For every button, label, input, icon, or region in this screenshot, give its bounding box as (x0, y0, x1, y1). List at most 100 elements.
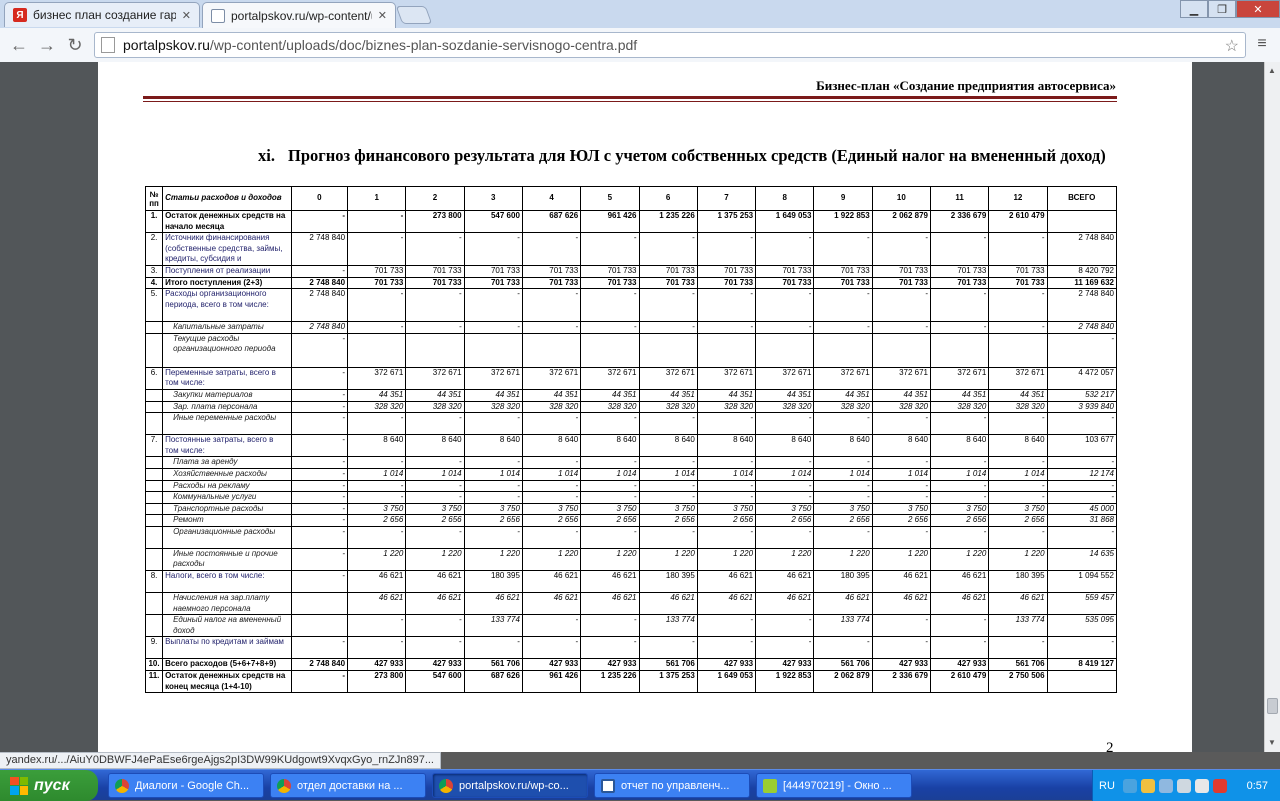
value-cell: 961 426 (521, 670, 582, 694)
new-tab-button[interactable] (395, 6, 433, 24)
value-cell: 2 748 840 (290, 658, 349, 672)
table-row: Иные постоянные и прочие расходы -1 220 1 … (144, 547, 1118, 572)
value-cell: 1 220 (347, 547, 407, 572)
value-cell: - (463, 232, 523, 266)
section-title: xi. Прогноз финансового результата для ЮЛ… (258, 146, 1116, 165)
column-header-month: 11 (929, 186, 990, 211)
total-cell: 2 748 840 (1046, 232, 1118, 266)
value-cell: 1 235 226 (580, 670, 640, 694)
table-header-row: № пп Статьи расходов и доходов 012345678… (144, 186, 1118, 211)
value-cell: 46 621 (521, 570, 582, 594)
value-cell: - (696, 288, 757, 323)
network-icon[interactable] (1158, 778, 1173, 793)
table-row: 4. Итого поступления (2+3) 2 748 840 701 73… (144, 276, 1118, 290)
value-cell: 1 014 (755, 467, 815, 481)
taskbar-item-chat[interactable]: [444970219] - Окно ... (756, 773, 912, 798)
value-cell: - (755, 412, 815, 436)
value-cell: - (521, 525, 582, 549)
value-cell: - (463, 479, 523, 493)
row-label: Ремонт (162, 514, 292, 527)
value-cell: 372 671 (405, 366, 465, 390)
value-cell: - (929, 636, 990, 660)
vertical-scrollbar[interactable]: ▲ ▼ (1264, 62, 1280, 752)
taskbar-item-report[interactable]: отчет по управленч... (594, 773, 750, 798)
close-window-button[interactable]: ✕ (1236, 0, 1280, 18)
reload-button[interactable]: ↻ (64, 34, 86, 56)
menu-icon[interactable]: ≡ (1252, 34, 1272, 54)
table-row: 8. Налоги, всего в том числе: -46 621 46 62… (144, 570, 1118, 594)
value-cell: - (290, 388, 349, 402)
taskbar-item-portalpskov[interactable]: portalpskov.ru/wp-co... (432, 773, 588, 798)
value-cell: 1 220 (871, 547, 931, 572)
minimize-button[interactable]: ▁ (1180, 0, 1208, 18)
forward-button[interactable]: → (36, 34, 58, 56)
value-cell: - (290, 400, 349, 414)
column-header-total: ВСЕГО (1046, 186, 1118, 211)
value-cell: 372 671 (580, 366, 640, 390)
value-cell: 561 706 (638, 658, 698, 672)
address-bar[interactable]: portalpskov.ru/wp-content/uploads/doc/bi… (94, 32, 1246, 58)
table-row: Зар. плата персонала -328 320 328 320 328 3… (144, 400, 1118, 414)
row-label: Постоянные затраты, всего в том числе: (162, 434, 292, 458)
close-icon[interactable]: ✕ (378, 9, 387, 22)
tab-pdf-document[interactable]: portalpskov.ru/wp-content/u ✕ (202, 2, 396, 28)
volume-icon[interactable] (1176, 778, 1191, 793)
value-cell: - (521, 232, 582, 266)
back-button[interactable]: ← (8, 34, 30, 56)
value-cell: 273 800 (405, 209, 465, 234)
row-label: Поступления от реализации (162, 264, 292, 278)
value-cell: 328 320 (463, 400, 523, 414)
value-cell: - (755, 491, 815, 504)
maximize-button[interactable]: ❐ (1208, 0, 1236, 18)
bookmark-star-icon[interactable]: ☆ (1225, 36, 1239, 56)
value-cell: 328 320 (871, 400, 931, 414)
value-cell: 44 351 (580, 388, 640, 402)
header-rule (143, 96, 1117, 99)
value-cell: 1 922 853 (755, 670, 815, 694)
update-icon[interactable] (1194, 778, 1209, 793)
value-cell: 1 220 (638, 547, 698, 572)
row-label: Капитальные затраты (162, 321, 292, 334)
value-cell: 46 621 (463, 592, 523, 616)
taskbar-item-dialogs[interactable]: Диалоги - Google Ch... (108, 773, 264, 798)
value-cell: 1 014 (638, 467, 698, 481)
value-cell: 1 220 (696, 547, 757, 572)
value-cell: 701 733 (813, 276, 873, 290)
value-cell (871, 332, 931, 368)
value-cell: 2 656 (871, 514, 931, 527)
antivirus-icon[interactable] (1212, 778, 1227, 793)
value-cell: - (638, 491, 698, 504)
scroll-up-icon[interactable]: ▲ (1268, 66, 1276, 75)
value-cell: 46 621 (755, 570, 815, 594)
value-cell: - (290, 467, 349, 481)
scrollbar-thumb[interactable] (1267, 698, 1278, 714)
value-cell: 372 671 (988, 366, 1048, 390)
value-cell: 1 235 226 (638, 209, 698, 234)
row-number: 11. (144, 670, 164, 694)
value-cell: - (871, 614, 931, 638)
value-cell (521, 332, 582, 368)
help-icon[interactable] (1122, 778, 1137, 793)
start-button[interactable]: пуск (0, 770, 98, 801)
language-indicator[interactable]: RU (1099, 780, 1115, 792)
shield-icon[interactable] (1140, 778, 1155, 793)
value-cell: - (813, 491, 873, 504)
value-cell: 427 933 (755, 658, 815, 672)
row-number (144, 547, 164, 572)
value-cell: 328 320 (521, 400, 582, 414)
value-cell: - (988, 288, 1048, 323)
taskbar-item-delivery[interactable]: отдел доставки на ... (270, 773, 426, 798)
value-cell: 1 649 053 (696, 670, 757, 694)
value-cell: 2 656 (696, 514, 757, 527)
close-icon[interactable]: ✕ (182, 9, 191, 22)
value-cell (290, 592, 349, 616)
row-label: Закупки материалов (162, 388, 292, 402)
value-cell: - (929, 321, 990, 334)
value-cell: - (696, 491, 757, 504)
scroll-down-icon[interactable]: ▼ (1268, 738, 1276, 747)
value-cell: 8 640 (929, 434, 990, 458)
value-cell: 1 014 (405, 467, 465, 481)
tab-yandex-search[interactable]: Я бизнес план создание гара ✕ (4, 2, 200, 27)
row-number (144, 592, 164, 616)
page-icon (211, 8, 225, 23)
